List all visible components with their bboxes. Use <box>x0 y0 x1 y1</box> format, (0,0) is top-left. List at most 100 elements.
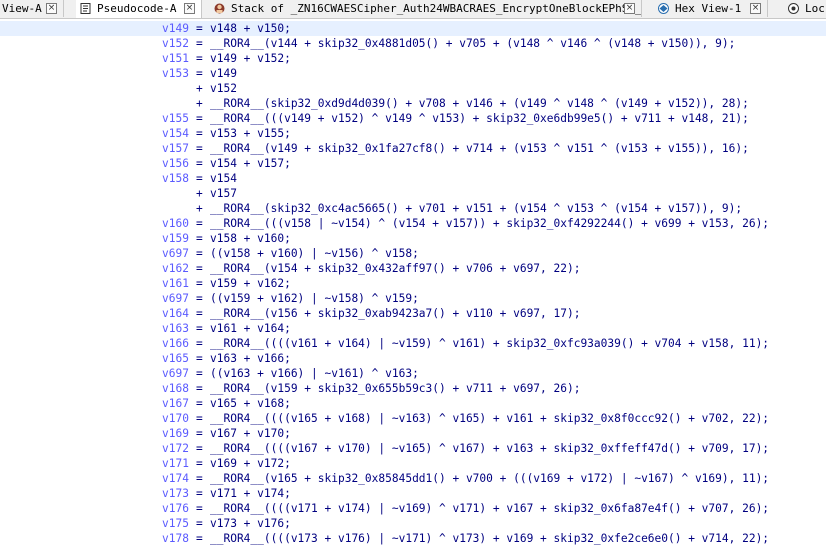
code-line[interactable]: v164 = __ROR4__(v156 + skip32_0xab9423a7()… <box>0 306 826 321</box>
code-line-expression[interactable]: __ROR4__((((v161 + v164) | ~v159) ^ v161… <box>210 336 769 351</box>
code-line[interactable]: v161 = v159 + v162; <box>0 276 826 291</box>
code-line-expression[interactable]: v163 + v166; <box>210 351 291 366</box>
code-line[interactable]: v160 = __ROR4__(((v158 | ~v154) ^ (v154 + … <box>0 216 826 231</box>
code-line-expression[interactable]: v149 + v152; <box>210 51 291 66</box>
code-line[interactable]: v173 = v171 + v174; <box>0 486 826 501</box>
code-line-lhs[interactable]: v155 <box>162 111 189 126</box>
code-line-lhs[interactable]: v159 <box>162 231 189 246</box>
close-icon[interactable]: × <box>624 3 635 14</box>
code-line-lhs[interactable]: v168 <box>162 381 189 396</box>
code-line[interactable]: + __ROR4__(skip32_0xd9d4d039() + v708 + v… <box>0 96 826 111</box>
code-line[interactable]: v157 = __ROR4__(v149 + skip32_0x1fa27cf8()… <box>0 141 826 156</box>
code-line[interactable]: v152 = __ROR4__(v144 + skip32_0x4881d05() … <box>0 36 826 51</box>
tab-ida-view[interactable]: View-A × <box>0 0 64 17</box>
code-line-expression[interactable]: __ROR4__((((v167 + v170) | ~v165) ^ v167… <box>210 441 769 456</box>
code-line[interactable]: v154 = v153 + v155; <box>0 126 826 141</box>
code-line-lhs[interactable]: v172 <box>162 441 189 456</box>
code-line[interactable]: v158 = v154 <box>0 171 826 186</box>
code-line-lhs[interactable]: v171 <box>162 456 189 471</box>
code-line[interactable]: v168 = __ROR4__(v159 + skip32_0x655b59c3()… <box>0 381 826 396</box>
code-line-expression[interactable]: __ROR4__(v156 + skip32_0xab9423a7() + v1… <box>210 306 580 321</box>
code-line-lhs[interactable]: v158 <box>162 171 189 186</box>
code-line[interactable]: v151 = v149 + v152; <box>0 51 826 66</box>
code-line-lhs[interactable]: v176 <box>162 501 189 516</box>
code-line[interactable]: + v157 <box>0 186 826 201</box>
code-line-expression[interactable]: v161 + v164; <box>210 321 291 336</box>
code-line-lhs[interactable]: v162 <box>162 261 189 276</box>
code-line[interactable]: v169 = v167 + v170; <box>0 426 826 441</box>
code-line-lhs[interactable]: v149 <box>162 21 189 36</box>
code-line-lhs[interactable]: v153 <box>162 66 189 81</box>
code-line-expression[interactable]: v149 <box>210 66 237 81</box>
code-line-expression[interactable]: v154 + v157; <box>210 156 291 171</box>
code-line-lhs[interactable]: v175 <box>162 516 189 531</box>
code-line[interactable]: v176 = __ROR4__((((v171 + v174) | ~v169) ^… <box>0 501 826 516</box>
code-line-expression[interactable]: __ROR4__(v149 + skip32_0x1fa27cf8() + v7… <box>210 141 749 156</box>
close-icon[interactable]: × <box>750 3 761 14</box>
code-line-lhs[interactable]: v156 <box>162 156 189 171</box>
code-line[interactable]: v697 = ((v159 + v162) | ~v158) ^ v159; <box>0 291 826 306</box>
code-line-lhs[interactable]: v152 <box>162 36 189 51</box>
code-line[interactable]: v162 = __ROR4__(v154 + skip32_0x432aff97()… <box>0 261 826 276</box>
code-line[interactable]: v697 = ((v158 + v160) | ~v156) ^ v158; <box>0 246 826 261</box>
code-line-expression[interactable]: __ROR4__(v154 + skip32_0x432aff97() + v7… <box>210 261 580 276</box>
code-line-expression[interactable]: __ROR4__(v159 + skip32_0x655b59c3() + v7… <box>210 381 580 396</box>
code-line-lhs[interactable]: v697 <box>162 291 189 306</box>
code-line[interactable]: + __ROR4__(skip32_0xc4ac5665() + v701 + v… <box>0 201 826 216</box>
code-line[interactable]: v175 = v173 + v176; <box>0 516 826 531</box>
code-line[interactable]: v172 = __ROR4__((((v167 + v170) | ~v165) ^… <box>0 441 826 456</box>
code-line-expression[interactable]: __ROR4__(v165 + skip32_0x85845dd1() + v7… <box>210 471 769 486</box>
code-line-expression[interactable]: v169 + v172; <box>210 456 291 471</box>
tab-stack-frame[interactable]: Stack of _ZN16CWAESCipher_Auth24WBACRAES… <box>210 0 642 17</box>
code-line-expression[interactable]: __ROR4__(skip32_0xd9d4d039() + v708 + v1… <box>210 96 749 111</box>
close-icon[interactable]: × <box>46 3 57 14</box>
tab-hex-view[interactable]: Hex View-1 × <box>654 0 768 17</box>
code-line[interactable]: v170 = __ROR4__((((v165 + v168) | ~v163) ^… <box>0 411 826 426</box>
code-line-lhs[interactable]: v697 <box>162 366 189 381</box>
code-line-expression[interactable]: v157 <box>210 186 237 201</box>
code-line-expression[interactable]: ((v163 + v166) | ~v161) ^ v163; <box>210 366 419 381</box>
code-line-lhs[interactable]: v154 <box>162 126 189 141</box>
code-line-expression[interactable]: v171 + v174; <box>210 486 291 501</box>
code-line-expression[interactable]: v153 + v155; <box>210 126 291 141</box>
code-line-expression[interactable]: __ROR4__(((v158 | ~v154) ^ (v154 + v157)… <box>210 216 769 231</box>
code-line-lhs[interactable]: v165 <box>162 351 189 366</box>
code-line-expression[interactable]: __ROR4__(skip32_0xc4ac5665() + v701 + v1… <box>210 201 742 216</box>
code-line-lhs[interactable]: v174 <box>162 471 189 486</box>
code-line-lhs[interactable]: v170 <box>162 411 189 426</box>
code-line[interactable]: v178 = __ROR4__((((v173 + v176) | ~v171) ^… <box>0 531 826 546</box>
code-line[interactable]: + v152 <box>0 81 826 96</box>
code-line-expression[interactable]: v165 + v168; <box>210 396 291 411</box>
code-line-expression[interactable]: __ROR4__(v144 + skip32_0x4881d05() + v70… <box>210 36 735 51</box>
code-line-lhs[interactable]: v173 <box>162 486 189 501</box>
code-line-lhs[interactable]: v160 <box>162 216 189 231</box>
code-line[interactable]: v163 = v161 + v164; <box>0 321 826 336</box>
code-line[interactable]: v159 = v158 + v160; <box>0 231 826 246</box>
code-line-expression[interactable]: v167 + v170; <box>210 426 291 441</box>
code-line-expression[interactable]: v173 + v176; <box>210 516 291 531</box>
code-line[interactable]: v166 = __ROR4__((((v161 + v164) | ~v159) ^… <box>0 336 826 351</box>
code-line[interactable]: v171 = v169 + v172; <box>0 456 826 471</box>
tab-pseudocode[interactable]: Pseudocode-A × <box>76 0 202 18</box>
code-line-lhs[interactable]: v161 <box>162 276 189 291</box>
code-line[interactable]: v697 = ((v163 + v166) | ~v161) ^ v163; <box>0 366 826 381</box>
code-line-expression[interactable]: __ROR4__((((v173 + v176) | ~v171) ^ v173… <box>210 531 769 546</box>
code-line-lhs[interactable]: v178 <box>162 531 189 546</box>
close-icon[interactable]: × <box>184 3 195 14</box>
code-line-expression[interactable]: v148 + v150; <box>210 21 291 36</box>
code-line-expression[interactable]: __ROR4__((((v165 + v168) | ~v163) ^ v165… <box>210 411 769 426</box>
code-line-lhs[interactable]: v167 <box>162 396 189 411</box>
code-line-expression[interactable]: v159 + v162; <box>210 276 291 291</box>
code-line[interactable]: v165 = v163 + v166; <box>0 351 826 366</box>
code-line-expression[interactable]: v152 <box>210 81 237 96</box>
code-line[interactable]: v174 = __ROR4__(v165 + skip32_0x85845dd1()… <box>0 471 826 486</box>
code-line-expression[interactable]: ((v159 + v162) | ~v158) ^ v159; <box>210 291 419 306</box>
code-line-lhs[interactable]: v697 <box>162 246 189 261</box>
code-line[interactable]: v167 = v165 + v168; <box>0 396 826 411</box>
code-line-lhs[interactable]: v164 <box>162 306 189 321</box>
code-line-lhs[interactable]: v169 <box>162 426 189 441</box>
code-line-lhs[interactable]: v166 <box>162 336 189 351</box>
code-line[interactable]: v153 = v149 <box>0 66 826 81</box>
code-line[interactable]: v156 = v154 + v157; <box>0 156 826 171</box>
code-line-expression[interactable]: __ROR4__((((v171 + v174) | ~v169) ^ v171… <box>210 501 769 516</box>
